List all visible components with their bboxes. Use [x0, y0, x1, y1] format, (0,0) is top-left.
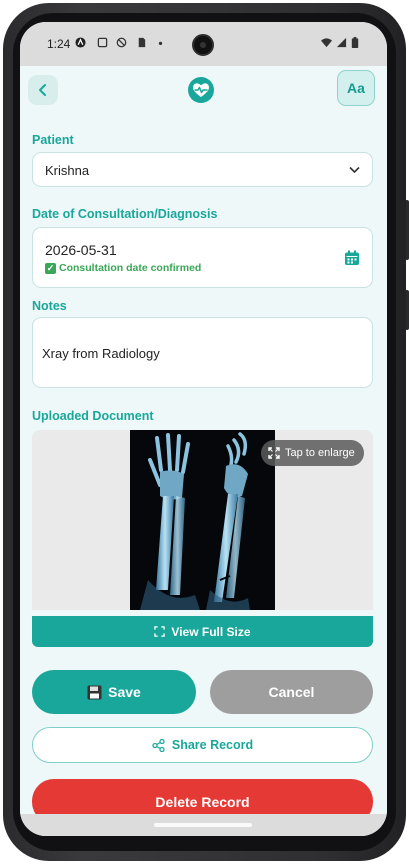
date-value: 2026-05-31	[45, 242, 117, 258]
share-icon	[152, 738, 165, 752]
record-detail-screen: Aa Patient Krishna Date of Consultation/…	[20, 66, 387, 836]
notes-input[interactable]: Xray from Radiology	[32, 317, 373, 388]
view-full-size-label: View Full Size	[171, 624, 251, 639]
xray-image	[130, 430, 275, 610]
tap-to-enlarge-badge[interactable]: Tap to enlarge	[261, 440, 364, 466]
signal-icon	[336, 37, 347, 48]
heart-pulse-icon	[193, 83, 209, 97]
check-box-icon: ✓	[45, 262, 56, 274]
xray-illustration	[140, 432, 250, 610]
status-bar: 1:24	[20, 22, 387, 66]
font-size-button[interactable]: Aa	[337, 70, 375, 106]
screen-icon	[97, 37, 108, 48]
chevron-down-icon	[349, 166, 360, 174]
save-label: Save	[108, 684, 141, 700]
dot-icon	[158, 41, 163, 46]
date-confirmation: ✓ Consultation date confirmed	[45, 262, 201, 274]
wifi-icon	[321, 38, 332, 48]
date-label: Date of Consultation/Diagnosis	[32, 207, 218, 221]
chevron-left-icon	[39, 84, 46, 96]
share-record-button[interactable]: Share Record	[32, 727, 373, 763]
patient-select[interactable]: Krishna	[32, 152, 373, 187]
save-button[interactable]: Save	[32, 670, 196, 714]
cancel-button[interactable]: Cancel	[210, 670, 373, 714]
sim-card-icon	[138, 37, 146, 48]
expand-icon	[154, 626, 166, 637]
screen: 1:24 Aa Patient Krishna Date of Consulta…	[20, 22, 387, 836]
blocked-icon	[116, 37, 127, 48]
document-preview[interactable]: Tap to enlarge	[32, 430, 373, 610]
app-logo	[188, 77, 214, 103]
battery-icon	[351, 37, 359, 48]
document-label: Uploaded Document	[32, 409, 154, 423]
notes-value: Xray from Radiology	[42, 346, 160, 361]
expand-icon	[268, 447, 280, 459]
notes-label: Notes	[32, 299, 67, 313]
share-label: Share Record	[171, 738, 254, 752]
date-status-text: Consultation date confirmed	[59, 262, 202, 274]
calendar-icon[interactable]	[344, 250, 360, 266]
navigation-bar	[20, 814, 387, 836]
home-indicator[interactable]	[154, 823, 252, 827]
status-time: 1:24	[47, 37, 71, 51]
a11y-icon	[75, 37, 86, 48]
phone-device: 1:24 Aa Patient Krishna Date of Consulta…	[0, 0, 409, 864]
front-camera	[192, 34, 214, 56]
tap-to-enlarge-text: Tap to enlarge	[285, 447, 355, 459]
date-field[interactable]: 2026-05-31 ✓ Consultation date confirmed	[32, 227, 373, 288]
patient-value: Krishna	[45, 163, 90, 178]
back-button[interactable]	[28, 75, 58, 105]
patient-label: Patient	[32, 133, 74, 147]
floppy-disk-icon	[87, 685, 102, 699]
view-full-size-button[interactable]: View Full Size	[32, 616, 373, 647]
